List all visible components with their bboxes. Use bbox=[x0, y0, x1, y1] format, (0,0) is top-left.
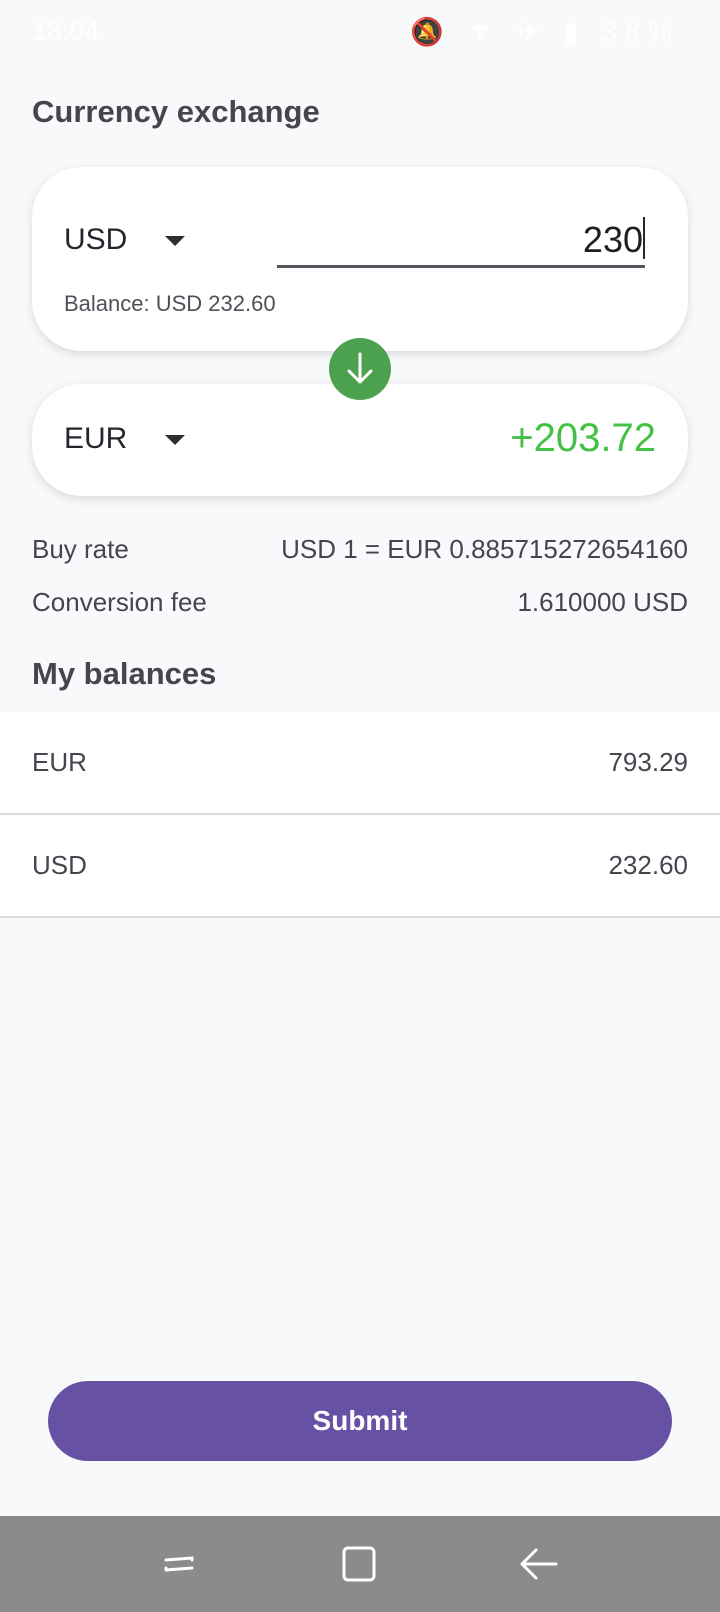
to-currency-card: EUR +203.72 bbox=[32, 384, 688, 496]
list-item: USD 232.60 bbox=[0, 815, 720, 918]
to-currency-select[interactable]: EUR bbox=[64, 422, 186, 456]
home-icon[interactable] bbox=[334, 1538, 386, 1590]
conversion-fee-value: 1.610000 USD bbox=[517, 587, 688, 617]
chevron-down-icon bbox=[165, 435, 186, 445]
submit-button[interactable]: Submit bbox=[48, 1381, 672, 1461]
status-icons: 🔕 ▼ ✈ ▮ 38% bbox=[410, 16, 680, 48]
from-balance-text: Balance: USD 232.60 bbox=[64, 291, 276, 316]
balance-currency: USD bbox=[32, 850, 87, 880]
from-currency-card: USD 230 Balance: USD 232.60 bbox=[32, 167, 688, 351]
balance-amount: 232.60 bbox=[608, 850, 688, 880]
arrow-down-icon bbox=[347, 352, 373, 384]
page-title: Currency exchange bbox=[32, 94, 320, 129]
navigation-bar bbox=[0, 1516, 720, 1612]
amount-value: 230 bbox=[582, 219, 643, 260]
buy-rate-row: Buy rate USD 1 = EUR 0.885715272654160 bbox=[32, 534, 688, 565]
balance-list: EUR 793.29 USD 232.60 bbox=[0, 712, 720, 918]
text-cursor bbox=[643, 217, 645, 259]
battery-percent: 38% bbox=[601, 17, 680, 47]
battery-icon: ▮ bbox=[563, 17, 587, 47]
conversion-fee-label: Conversion fee bbox=[32, 587, 207, 617]
to-currency-code: EUR bbox=[64, 422, 128, 455]
balance-currency: EUR bbox=[32, 747, 87, 777]
from-currency-select[interactable]: USD bbox=[64, 223, 186, 257]
balance-amount: 793.29 bbox=[608, 747, 688, 777]
buy-rate-value: USD 1 = EUR 0.885715272654160 bbox=[281, 534, 688, 564]
from-currency-code: USD bbox=[64, 223, 128, 256]
buy-rate-label: Buy rate bbox=[32, 534, 129, 564]
wifi-icon: ▼ bbox=[467, 17, 502, 47]
recent-apps-icon[interactable] bbox=[154, 1538, 206, 1590]
chevron-down-icon bbox=[165, 236, 186, 246]
swap-button[interactable] bbox=[329, 338, 391, 400]
converted-amount: +203.72 bbox=[510, 416, 656, 460]
conversion-fee-row: Conversion fee 1.610000 USD bbox=[32, 587, 688, 618]
back-icon[interactable] bbox=[514, 1538, 566, 1590]
mute-icon: 🔕 bbox=[410, 17, 452, 47]
status-time: 18:04 bbox=[32, 16, 100, 46]
amount-input[interactable]: 230 bbox=[277, 217, 645, 268]
airplane-icon: ✈ bbox=[517, 17, 549, 47]
status-bar: 18:04 🔕 ▼ ✈ ▮ 38% bbox=[0, 0, 720, 60]
balances-title: My balances bbox=[32, 656, 217, 691]
list-item: EUR 793.29 bbox=[0, 712, 720, 815]
